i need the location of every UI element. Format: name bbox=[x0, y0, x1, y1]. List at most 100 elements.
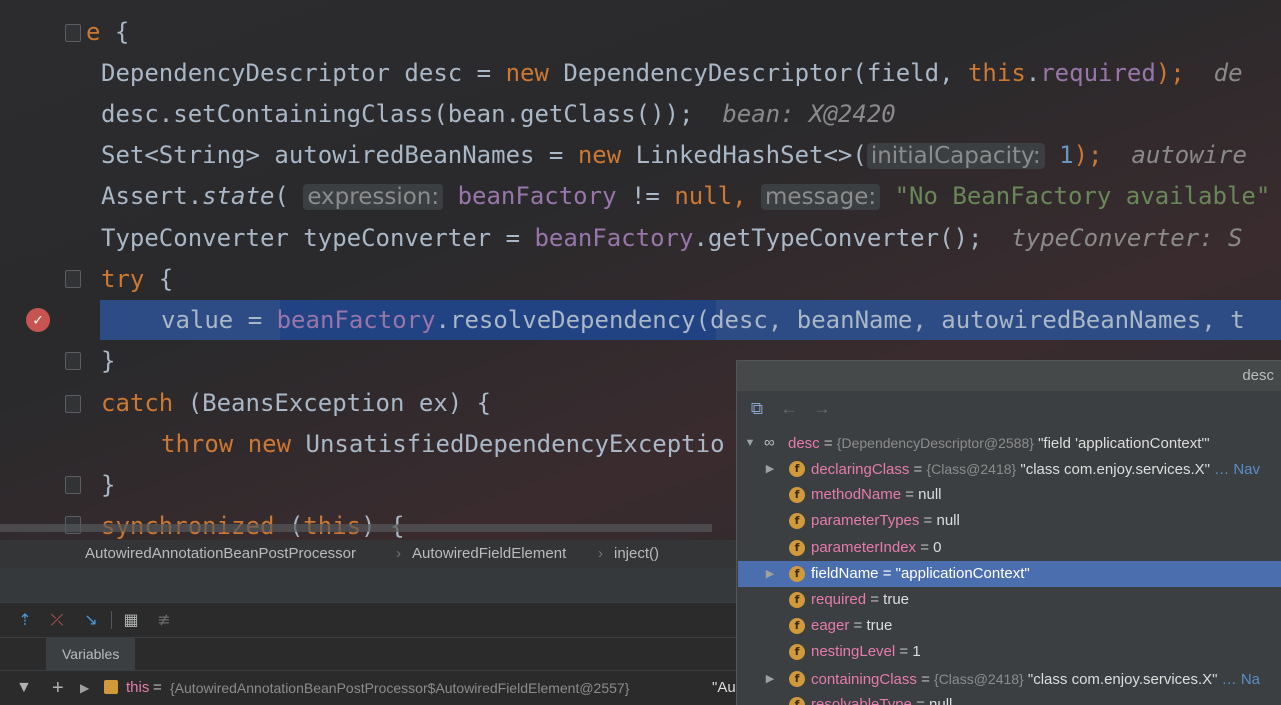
code-token: state bbox=[202, 182, 275, 210]
variable-name: required bbox=[811, 591, 867, 608]
code-token: } bbox=[101, 347, 116, 375]
code-line-text: } bbox=[101, 465, 115, 506]
variable-eq: = bbox=[919, 512, 937, 530]
code-line[interactable]: Set<String> autowiredBeanNames = new Lin… bbox=[0, 135, 1281, 176]
fold-marker-icon[interactable] bbox=[65, 395, 81, 413]
breadcrumb-item-class[interactable]: AutowiredAnnotationBeanPostProcessor bbox=[85, 540, 356, 568]
step-out-icon[interactable]: ⇡ bbox=[15, 610, 35, 630]
object-icon bbox=[104, 680, 118, 694]
navigate-link[interactable]: … Nav bbox=[1210, 461, 1260, 478]
navigate-link[interactable]: … Na bbox=[1218, 671, 1260, 688]
tree-field-row[interactable]: f parameterIndex = 0 bbox=[738, 535, 1281, 561]
field-icon: f bbox=[789, 618, 805, 635]
tree-field-row[interactable]: f required = true bbox=[738, 587, 1281, 613]
fold-marker-icon[interactable] bbox=[65, 24, 81, 42]
drop-frame-icon[interactable]: ⤫ bbox=[47, 610, 67, 630]
breadcrumb-item-inner-class[interactable]: AutowiredFieldElement bbox=[412, 540, 566, 568]
variable-eq: = bbox=[916, 670, 935, 688]
variable-name: parameterTypes bbox=[811, 512, 920, 530]
breadcrumb-item-method[interactable]: inject() bbox=[614, 540, 659, 568]
variable-name: methodName bbox=[811, 486, 902, 504]
variables-row-this[interactable]: ▼ + ▶ this = {AutowiredAnnotationBeanPos… bbox=[0, 670, 736, 705]
variable-name: this bbox=[126, 679, 150, 696]
tree-field-row[interactable]: f eager = true bbox=[738, 613, 1281, 639]
variable-value: true bbox=[866, 617, 893, 635]
parameter-hint: expression: bbox=[303, 184, 444, 210]
tree-field-row[interactable]: f methodName = null bbox=[738, 482, 1281, 508]
variable-value: "class com.enjoy.services.X" bbox=[1023, 670, 1218, 688]
tree-field-row[interactable]: ▶ f declaringClass = {Class@2418} "class c… bbox=[738, 456, 1281, 482]
variable-value: "Au bbox=[712, 679, 736, 696]
variable-type: {AutowiredAnnotationBeanPostProcessor$Au… bbox=[170, 680, 630, 696]
code-token: } bbox=[101, 471, 116, 499]
variable-value: "class com.enjoy.services.X" bbox=[1016, 461, 1210, 478]
field-icon: f bbox=[789, 565, 805, 582]
horizontal-scrollbar[interactable] bbox=[0, 524, 712, 532]
tree-root-row[interactable]: ▼ ∞ desc = {DependencyDescriptor@2588} "fi… bbox=[738, 430, 1281, 456]
tree-field-row[interactable]: f resolvableType = null bbox=[738, 692, 1281, 705]
expand-arrow-icon[interactable]: ▶ bbox=[764, 666, 776, 692]
code-line-text: synchronized (this) { bbox=[101, 506, 404, 540]
code-line[interactable]: value = beanFactory.resolveDependency(de… bbox=[0, 300, 1281, 341]
inspect-popup[interactable]: desc ⧉ ← → ▼ ∞ desc = {DependencyDescripto… bbox=[736, 360, 1281, 705]
run-to-cursor-icon[interactable]: ↘ bbox=[81, 610, 101, 630]
object-view-icon[interactable]: ⧉ bbox=[747, 399, 767, 419]
tree-field-row[interactable]: ▶ f fieldName = "applicationContext" bbox=[738, 560, 1281, 587]
variable-value: 0 bbox=[933, 538, 942, 556]
trace-stream-icon[interactable]: ≢ bbox=[154, 610, 174, 630]
code-token: desc.setContainingClass(bean.getClass())… bbox=[101, 100, 694, 128]
expand-arrow-icon[interactable]: ▶ bbox=[764, 456, 776, 482]
fold-marker-icon[interactable] bbox=[65, 352, 81, 370]
variable-eq: = bbox=[819, 435, 837, 452]
code-token: UnsatisfiedDependencyExceptio bbox=[291, 430, 725, 458]
parameter-hint: message: bbox=[761, 184, 881, 210]
filter-icon[interactable]: ▼ bbox=[16, 671, 32, 705]
code-line[interactable]: try { bbox=[0, 259, 1281, 300]
breadcrumb-separator: › bbox=[598, 545, 603, 562]
code-line[interactable]: e { bbox=[0, 12, 1281, 53]
field-icon: f bbox=[789, 487, 805, 504]
popup-toolbar: ⧉ ← → bbox=[737, 391, 1281, 427]
popup-title: desc bbox=[1242, 367, 1274, 384]
fold-marker-icon[interactable] bbox=[65, 270, 81, 288]
variable-name: containingClass bbox=[811, 670, 917, 688]
variable-value: true bbox=[883, 591, 910, 608]
variable-value: 1 bbox=[912, 643, 921, 661]
code-line-text: Set<String> autowiredBeanNames = new Lin… bbox=[101, 135, 1247, 177]
variable-eq: = bbox=[866, 591, 884, 608]
code-line-text: try { bbox=[101, 259, 173, 300]
collapse-arrow-icon[interactable]: ▼ bbox=[744, 430, 756, 456]
add-watch-icon[interactable]: + bbox=[52, 671, 64, 705]
variable-value: "field 'applicationContext'" bbox=[1033, 435, 1210, 452]
code-line[interactable]: Assert.state( expression: beanFactory !=… bbox=[0, 176, 1281, 217]
debug-toolbar: ⇡ ⤫ ↘ ▦ ≢ bbox=[0, 602, 736, 637]
tree-field-row[interactable]: ▶ f containingClass = {Class@2418} "class … bbox=[738, 666, 1281, 692]
popup-title-bar[interactable]: desc bbox=[737, 361, 1281, 391]
back-arrow-icon[interactable]: ← bbox=[779, 399, 799, 419]
expand-arrow-icon[interactable]: ▶ bbox=[764, 561, 776, 587]
variable-eq: = bbox=[153, 679, 162, 696]
code-token: catch bbox=[101, 389, 174, 417]
code-token: ); bbox=[1155, 59, 1185, 87]
code-line-text: e { bbox=[86, 12, 129, 53]
tree-field-row[interactable]: f parameterTypes = null bbox=[738, 508, 1281, 534]
code-line[interactable]: TypeConverter typeConverter = beanFactor… bbox=[0, 218, 1281, 259]
variables-panel-header: Variables bbox=[0, 637, 736, 670]
code-line-text: Assert.state( expression: beanFactory !=… bbox=[101, 176, 1270, 218]
expand-arrow-icon[interactable]: ▶ bbox=[80, 671, 89, 705]
code-line[interactable]: desc.setContainingClass(bean.getClass())… bbox=[0, 94, 1281, 135]
tree-field-row[interactable]: f nestingLevel = 1 bbox=[738, 639, 1281, 665]
code-line[interactable]: DependencyDescriptor desc = new Dependen… bbox=[0, 53, 1281, 94]
forward-arrow-icon[interactable]: → bbox=[812, 399, 832, 419]
fold-marker-icon[interactable] bbox=[65, 476, 81, 494]
editor-status-stripe bbox=[0, 568, 736, 602]
code-line-text: DependencyDescriptor desc = new Dependen… bbox=[101, 53, 1243, 94]
code-token: bean: X@2420 bbox=[693, 100, 896, 128]
tab-variables[interactable]: Variables bbox=[46, 638, 136, 670]
toolbar-divider bbox=[111, 611, 112, 629]
evaluate-expression-icon[interactable]: ▦ bbox=[121, 610, 141, 630]
code-token: autowire bbox=[1102, 141, 1247, 169]
variable-type: {Class@2418} bbox=[926, 461, 1017, 477]
